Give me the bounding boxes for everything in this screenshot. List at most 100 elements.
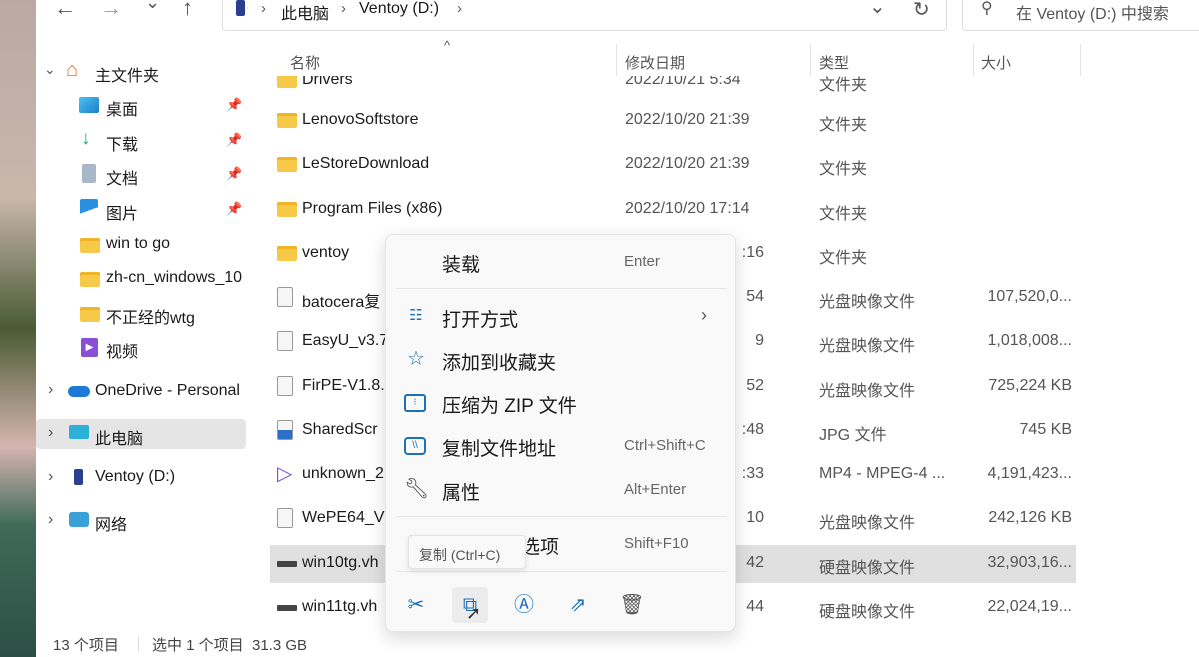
breadcrumb-ventoy[interactable]: Ventoy (D:) (359, 0, 439, 18)
file-type: 文件夹 (819, 77, 868, 94)
menu-item-shortcut: Shift+F10 (624, 535, 689, 552)
file-type: 硬盘映像文件 (819, 560, 916, 577)
file-type: 文件夹 (819, 161, 868, 178)
chevron-right-icon: › (457, 0, 462, 17)
star-icon: ☆ (407, 348, 425, 370)
file-name: FirPE-V1.8. (302, 377, 385, 394)
menu-item-open-with[interactable]: ☷ 打开方式 › (386, 297, 735, 337)
tooltip: 复制 (Ctrl+C) (408, 535, 526, 569)
column-header-name[interactable]: 名称 (290, 52, 320, 73)
sort-ascending-icon: ^ (444, 38, 451, 53)
file-date: :33 (741, 465, 764, 482)
breadcrumb-this-pc[interactable]: 此电脑 (281, 0, 329, 24)
file-name: unknown_2 (302, 465, 384, 482)
address-dropdown-button[interactable]: ⌄ (869, 0, 886, 19)
rename-icon[interactable]: Ⓐ (506, 587, 542, 623)
back-button[interactable]: ← (54, 0, 76, 21)
file-date: 54 (746, 288, 764, 305)
column-header-date[interactable]: 修改日期 (625, 52, 685, 73)
search-icon: ⚲ (981, 0, 993, 17)
address-bar[interactable]: › 此电脑 › Ventoy (D:) › ⌄ ↻ (222, 0, 947, 31)
open-with-icon: ☷ (409, 307, 423, 324)
file-name: win11tg.vh (302, 598, 378, 615)
context-menu: 装载 Enter ☷ 打开方式 › ☆ 添加到收藏夹 ⁝ 压缩为 ZIP 文件 … (385, 234, 736, 632)
file-date: 10 (746, 509, 764, 526)
menu-divider (396, 516, 727, 517)
file-name: WePE64_V (302, 509, 385, 526)
file-size: 4,191,423... (987, 465, 1072, 482)
menu-divider (396, 288, 727, 289)
menu-item-shortcut: Alt+Enter (624, 481, 687, 498)
file-type: 硬盘映像文件 (819, 604, 916, 621)
file-size: 745 KB (1019, 421, 1072, 438)
recent-locations-button[interactable]: ⌄ (145, 0, 160, 13)
column-header-size[interactable]: 大小 (981, 52, 1011, 73)
menu-item-label: 打开方式 (442, 310, 519, 331)
column-header-type[interactable]: 类型 (819, 52, 849, 73)
chevron-right-icon: › (341, 0, 346, 17)
menu-divider (396, 571, 727, 572)
file-date: :16 (741, 244, 764, 261)
file-name: win10tg.vh (302, 554, 379, 571)
column-divider[interactable] (1080, 44, 1081, 76)
selection-info: 选中 1 个项目 31.3 GB (152, 637, 308, 654)
column-divider[interactable] (973, 44, 974, 76)
search-box[interactable]: ⚲ 在 Ventoy (D:) 中搜索 (962, 0, 1199, 31)
share-icon[interactable]: ⇗ (560, 587, 596, 623)
menu-item-compress-zip[interactable]: ⁝ 压缩为 ZIP 文件 (386, 383, 735, 423)
file-date: 2022/10/20 21:39 (625, 111, 750, 128)
file-date: 9 (755, 332, 764, 349)
up-button[interactable]: ↑ (182, 0, 193, 21)
file-date: 2022/10/21 5:34 (625, 76, 741, 88)
file-type: 光盘映像文件 (819, 338, 916, 355)
file-date: 44 (746, 598, 764, 615)
folder-file-icon (277, 246, 297, 261)
menu-item-mount[interactable]: 装载 Enter (386, 242, 735, 282)
file-date: :48 (741, 421, 764, 438)
file-size: 32,903,16... (987, 554, 1072, 571)
file-name: batocera复 (302, 294, 381, 311)
file-row[interactable]: LenovoSoftstore 2022/10/20 21:39 文件夹 (270, 102, 1076, 140)
menu-item-label: 添加到收藏夹 (442, 353, 557, 374)
file-row[interactable]: Program Files (x86) 2022/10/20 17:14 文件夹 (270, 191, 1076, 229)
file-date: 2022/10/20 21:39 (625, 155, 750, 172)
menu-item-label: 装载 (442, 255, 481, 276)
file-type: MP4 - MPEG-4 ... (819, 465, 946, 482)
menu-item-copy-path[interactable]: \\ 复制文件地址 Ctrl+Shift+C (386, 426, 735, 466)
disc-file-icon (277, 376, 293, 396)
menu-item-add-favorites[interactable]: ☆ 添加到收藏夹 (386, 340, 735, 380)
menu-item-properties[interactable]: 🔧︎ 属性 Alt+Enter (386, 470, 735, 510)
search-input[interactable]: 在 Ventoy (D:) 中搜索 (1016, 0, 1169, 24)
file-name: Drivers (302, 76, 353, 88)
drive-icon (236, 0, 245, 16)
chevron-right-icon: › (261, 0, 266, 17)
delete-icon[interactable]: 🗑︎ (614, 587, 650, 623)
disc-file-icon (277, 331, 293, 351)
file-type: 光盘映像文件 (819, 383, 916, 400)
column-divider[interactable] (616, 44, 617, 76)
forward-button[interactable]: → (100, 0, 122, 21)
copy-path-icon: \\ (404, 437, 426, 455)
file-date: 52 (746, 377, 764, 394)
file-date: 2022/10/20 17:14 (625, 200, 750, 217)
file-name: EasyU_v3.7 (302, 332, 389, 349)
file-size: 107,520,0... (987, 288, 1072, 305)
file-name: Program Files (x86) (302, 200, 443, 217)
refresh-button[interactable]: ↻ (913, 0, 930, 22)
column-divider[interactable] (810, 44, 811, 76)
menu-item-label: 属性 (442, 483, 481, 504)
disc-file-icon (277, 287, 293, 307)
mouse-cursor-icon: ➚ (466, 603, 482, 623)
folder-file-icon (277, 113, 297, 128)
file-size: 22,024,19... (987, 598, 1072, 615)
image-file-icon (277, 420, 293, 440)
file-type: JPG 文件 (819, 427, 887, 444)
zip-folder-icon: ⁝ (404, 394, 426, 412)
file-size: 1,018,008... (987, 332, 1072, 349)
file-row[interactable]: Drivers 2022/10/21 5:34 文件夹 (270, 76, 1076, 100)
file-date: 42 (746, 554, 764, 571)
folder-file-icon (277, 76, 297, 88)
file-type: 文件夹 (819, 206, 868, 223)
cut-icon[interactable]: ✂ (398, 587, 434, 623)
file-row[interactable]: LeStoreDownload 2022/10/20 21:39 文件夹 (270, 146, 1076, 184)
